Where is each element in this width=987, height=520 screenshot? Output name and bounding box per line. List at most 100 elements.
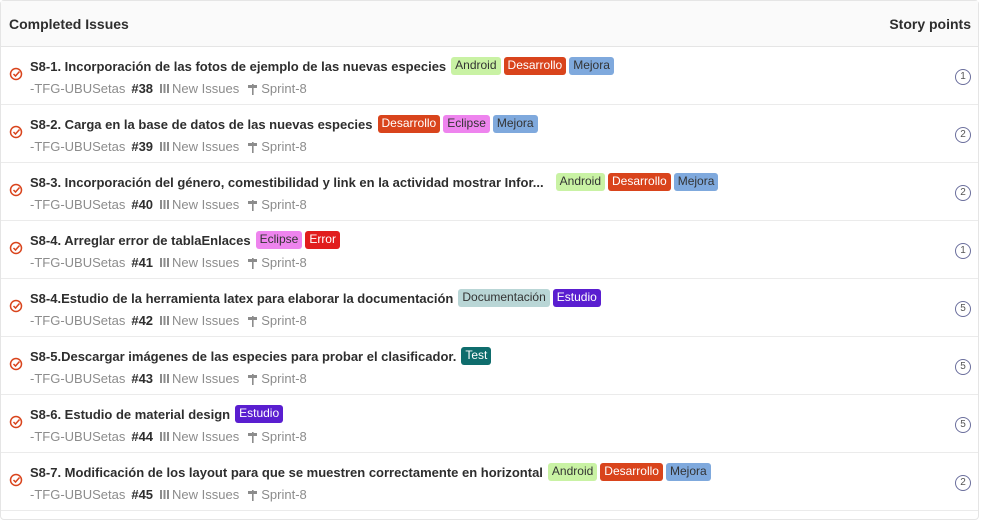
issue-meta: -TFG-UBUSetas #45 New Issues Sprint-8 [30,487,307,502]
milestone-icon [248,199,258,211]
issue-reference[interactable]: #41 [131,255,153,270]
milestone-name: Sprint-8 [261,313,307,328]
issue-label[interactable]: Mejora [665,463,711,481]
issue-title-link[interactable]: S8-5.Descargar imágenes de las especies … [30,349,456,364]
story-points-badge: 2 [955,475,971,491]
issue-label[interactable]: Mejora [492,115,538,133]
issue-reference[interactable]: #38 [131,81,153,96]
issue-label[interactable]: Desarrollo [608,173,671,191]
board-name: New Issues [172,429,240,444]
issue-closed-icon [9,299,23,313]
issue-label[interactable]: Eclipse [443,115,490,133]
issue-title-line: S8-2. Carga en la base de datos de las n… [30,115,541,133]
issue-title-line: S8-7. Modificación de los layout para qu… [30,463,714,481]
issue-closed-icon [9,183,23,197]
project-name[interactable]: -TFG-UBUSetas [30,255,125,270]
story-points-badge: 1 [955,243,971,259]
story-points-badge: 5 [955,417,971,433]
board-list-icon [159,199,170,210]
issue-label[interactable]: Test [461,347,492,365]
issue-row[interactable]: S8-4. Arreglar error de tablaEnlaces Ecl… [1,221,978,279]
issue-title-link[interactable]: S8-1. Incorporación de las fotos de ejem… [30,59,446,74]
issue-reference[interactable]: #42 [131,313,153,328]
issue-label[interactable]: Mejora [673,173,719,191]
issue-closed-icon [9,67,23,81]
issue-reference[interactable]: #45 [131,487,153,502]
issue-reference[interactable]: #43 [131,371,153,386]
milestone[interactable]: Sprint-8 [247,371,307,386]
issue-label[interactable]: Android [547,463,598,481]
issue-label[interactable]: Mejora [569,57,614,75]
issue-closed-icon [9,241,23,255]
issue-row[interactable]: S8-5.Descargar imágenes de las especies … [1,337,978,395]
issue-label[interactable]: Estudio [235,405,284,423]
milestone-icon [248,431,258,443]
board-name: New Issues [172,313,240,328]
issue-closed-icon [9,415,23,429]
milestone-name: Sprint-8 [261,371,307,386]
board-list-icon [159,489,170,500]
board-name: New Issues [172,255,240,270]
issue-label[interactable]: Error [305,231,340,249]
milestone[interactable]: Sprint-8 [247,81,307,96]
project-name[interactable]: -TFG-UBUSetas [30,81,125,96]
issue-meta: -TFG-UBUSetas #39 New Issues Sprint-8 [30,139,307,154]
board-list-icon [159,141,170,152]
milestone-name: Sprint-8 [261,139,307,154]
issue-title-link[interactable]: S8-7. Modificación de los layout para qu… [30,465,543,480]
issue-row[interactable]: S8-2. Carga en la base de datos de las n… [1,105,978,163]
issue-label[interactable]: Estudio [552,289,601,307]
milestone[interactable]: Sprint-8 [247,139,307,154]
issue-title-line: S8-1. Incorporación de las fotos de ejem… [30,57,617,75]
issue-meta: -TFG-UBUSetas #41 New Issues Sprint-8 [30,255,307,270]
board-name: New Issues [172,81,240,96]
issue-meta: -TFG-UBUSetas #38 New Issues Sprint-8 [30,81,307,96]
board-list-icon [159,315,170,326]
issue-reference[interactable]: #44 [131,429,153,444]
issue-label[interactable]: Desarrollo [377,115,441,133]
project-name[interactable]: -TFG-UBUSetas [30,487,125,502]
milestone-icon [248,315,258,327]
issue-row[interactable]: S8-1. Incorporación de las fotos de ejem… [1,47,978,105]
milestone[interactable]: Sprint-8 [247,429,307,444]
issue-title-link[interactable]: S8-6. Estudio de material design [30,407,230,422]
issue-title-link[interactable]: S8-4.Estudio de la herramienta latex par… [30,291,453,306]
board-list-icon [159,431,170,442]
issue-label[interactable]: Android [451,57,501,75]
issue-reference[interactable]: #39 [131,139,153,154]
milestone[interactable]: Sprint-8 [247,255,307,270]
milestone[interactable]: Sprint-8 [247,313,307,328]
issue-closed-icon [9,357,23,371]
issue-row[interactable]: S8-6. Estudio de material design Estudio… [1,395,978,453]
issue-title-line: S8-4. Arreglar error de tablaEnlaces Ecl… [30,231,343,249]
issue-title-link[interactable]: S8-3. Incorporación del género, comestib… [30,175,544,190]
milestone-icon [248,257,258,269]
project-name[interactable]: -TFG-UBUSetas [30,313,125,328]
board-name: New Issues [172,371,240,386]
issue-meta: -TFG-UBUSetas #40 New Issues Sprint-8 [30,197,307,212]
project-name[interactable]: -TFG-UBUSetas [30,139,125,154]
issue-reference[interactable]: #40 [131,197,153,212]
issue-row[interactable]: S8-4.Estudio de la herramienta latex par… [1,279,978,337]
issue-label[interactable]: Documentación [458,289,550,307]
story-points-badge: 5 [955,301,971,317]
issue-title-link[interactable]: S8-2. Carga en la base de datos de las n… [30,117,373,132]
issue-label[interactable]: Eclipse [255,231,303,249]
issue-title-link[interactable]: S8-4. Arreglar error de tablaEnlaces [30,233,251,248]
issue-closed-icon [9,473,23,487]
project-name[interactable]: -TFG-UBUSetas [30,429,125,444]
project-name[interactable]: -TFG-UBUSetas [30,371,125,386]
milestone-name: Sprint-8 [261,487,307,502]
issue-title-line: S8-6. Estudio de material design Estudio [30,405,286,423]
issue-label[interactable]: Desarrollo [503,57,567,75]
issue-row[interactable]: S8-7. Modificación de los layout para qu… [1,453,978,511]
milestone[interactable]: Sprint-8 [247,197,307,212]
issue-meta: -TFG-UBUSetas #42 New Issues Sprint-8 [30,313,307,328]
issue-meta: -TFG-UBUSetas #44 New Issues Sprint-8 [30,429,307,444]
issue-meta: -TFG-UBUSetas #43 New Issues Sprint-8 [30,371,307,386]
project-name[interactable]: -TFG-UBUSetas [30,197,125,212]
issue-row[interactable]: S8-3. Incorporación del género, comestib… [1,163,978,221]
milestone[interactable]: Sprint-8 [247,487,307,502]
issue-label[interactable]: Desarrollo [600,463,663,481]
issue-label[interactable]: Android [555,173,606,191]
